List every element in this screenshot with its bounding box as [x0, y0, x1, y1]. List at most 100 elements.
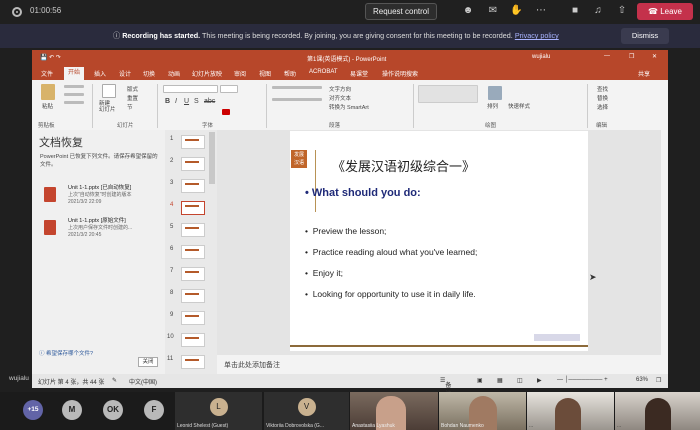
- spellcheck-icon[interactable]: ✎: [112, 377, 117, 384]
- align-icons[interactable]: [272, 98, 322, 101]
- text-direction-button[interactable]: 文字方向: [329, 85, 351, 93]
- share-button[interactable]: 共享: [638, 69, 650, 78]
- new-slide-button[interactable]: 新建 幻灯片: [99, 101, 116, 113]
- recovery-item[interactable]: Unit 1-1.pptx [原始文件] 上次用户保存文件时创建的... 202…: [38, 216, 162, 242]
- tab-file[interactable]: 文件: [41, 69, 53, 78]
- replace-button[interactable]: 替换: [597, 94, 608, 102]
- slideshow-icon[interactable]: ▶: [537, 377, 542, 384]
- slide-thumbnail[interactable]: [181, 333, 205, 347]
- share-screen-icon[interactable]: ⇧: [616, 5, 628, 17]
- normal-view-icon[interactable]: ▣: [477, 377, 483, 384]
- microphone-off-icon[interactable]: ♫: [592, 5, 604, 17]
- slide-sorter-icon[interactable]: ▦: [497, 377, 503, 384]
- find-button[interactable]: 查找: [597, 85, 608, 93]
- tab-acrobat[interactable]: ACROBAT: [309, 69, 338, 75]
- slide-thumbnail[interactable]: [181, 179, 205, 193]
- new-slide-icon[interactable]: [102, 84, 116, 98]
- slide-thumbnail[interactable]: [181, 157, 205, 171]
- recovery-close-button[interactable]: 关闭: [138, 357, 158, 367]
- font-name-select[interactable]: [163, 85, 218, 93]
- camera-icon[interactable]: ■: [569, 5, 581, 17]
- notes-pane[interactable]: 单击此处添加备注: [217, 355, 668, 374]
- tab-transitions[interactable]: 切换: [143, 69, 155, 78]
- shadow-icon[interactable]: S: [194, 98, 199, 105]
- participant-video[interactable]: Bohdan Naumenko: [439, 392, 526, 430]
- arrange-icon[interactable]: [488, 86, 502, 100]
- more-participants-badge[interactable]: +15: [23, 400, 43, 420]
- chat-icon[interactable]: ✉: [487, 5, 499, 17]
- section-button[interactable]: 节: [127, 103, 133, 111]
- paste-icon[interactable]: [41, 84, 55, 100]
- reset-button[interactable]: 重置: [127, 94, 138, 102]
- layout-button[interactable]: 版式: [127, 85, 138, 93]
- dismiss-button[interactable]: Dismiss: [621, 28, 669, 44]
- participant-video[interactable]: ...: [615, 392, 700, 430]
- bold-icon[interactable]: B: [165, 98, 170, 105]
- tell-me-search[interactable]: 操作说明搜索: [382, 69, 418, 78]
- arrange-button[interactable]: 排列: [487, 102, 498, 110]
- tab-view[interactable]: 视图: [259, 69, 271, 78]
- tab-help[interactable]: 帮助: [284, 69, 296, 78]
- cut-icon[interactable]: [64, 85, 84, 88]
- help-link[interactable]: ⓘ 希望保存哪个文件?: [39, 349, 93, 357]
- list-icons[interactable]: [272, 86, 322, 89]
- slide-thumbnail[interactable]: [181, 223, 205, 237]
- participant-avatar[interactable]: F: [144, 400, 164, 420]
- participant-avatar[interactable]: OK: [103, 400, 123, 420]
- slide-thumbnail[interactable]: [181, 311, 205, 325]
- quick-styles-button[interactable]: 快速样式: [508, 102, 530, 110]
- slide-thumbnail-selected[interactable]: [181, 201, 205, 215]
- participant-avatar[interactable]: M: [62, 400, 82, 420]
- recovery-item[interactable]: Unit 1-1.pptx [已自动恢复] 上次"自动恢复"时创建的版本 202…: [38, 183, 162, 209]
- font-color-icon[interactable]: [222, 109, 230, 115]
- current-slide[interactable]: 发展 汉语 《发展汉语初级综合一》 • What should you do: …: [290, 131, 588, 351]
- privacy-policy-link[interactable]: Privacy policy: [515, 31, 559, 40]
- tab-insert[interactable]: 插入: [94, 69, 106, 78]
- underline-icon[interactable]: U: [184, 98, 189, 105]
- notes-button[interactable]: ☰ 备注: [440, 377, 451, 398]
- fit-slide-icon[interactable]: ❐: [656, 377, 661, 384]
- slide-thumbnail[interactable]: [181, 355, 205, 369]
- italic-icon[interactable]: I: [175, 98, 177, 105]
- slide-thumbnail[interactable]: [181, 289, 205, 303]
- paste-button[interactable]: 粘贴: [42, 102, 53, 110]
- request-control-button[interactable]: Request control: [365, 3, 437, 20]
- zoom-slider[interactable]: — │──────── +: [557, 377, 608, 383]
- raise-hand-icon[interactable]: ✋: [510, 5, 522, 17]
- format-painter-icon[interactable]: [64, 101, 84, 104]
- thumb-bar: [185, 205, 199, 207]
- participant-video[interactable]: Anastasiia Lyashuk: [350, 392, 438, 430]
- participant-tile[interactable]: L Leonid Shelest (Guest): [175, 392, 262, 430]
- quick-access-icons[interactable]: 💾 ↶ ↷: [40, 54, 61, 61]
- thumbnails-scrollbar[interactable]: [209, 132, 215, 184]
- close-window-icon[interactable]: ✕: [652, 53, 657, 60]
- select-button[interactable]: 选择: [597, 103, 608, 111]
- language-indicator[interactable]: 中文(中国): [129, 377, 157, 386]
- tab-ekt[interactable]: 易课堂: [350, 69, 368, 78]
- more-options-icon[interactable]: ⋯: [535, 5, 547, 17]
- slide-thumbnail[interactable]: [181, 245, 205, 259]
- font-size-select[interactable]: [220, 85, 238, 93]
- slide-heading: • What should you do:: [305, 187, 421, 199]
- slide-thumbnail[interactable]: [181, 267, 205, 281]
- tab-home[interactable]: 开始: [64, 67, 85, 80]
- strikethrough-icon[interactable]: abc: [204, 98, 215, 105]
- shapes-gallery[interactable]: [418, 85, 478, 103]
- align-text-button[interactable]: 对齐文本: [329, 94, 351, 102]
- tab-animations[interactable]: 动画: [168, 69, 180, 78]
- tab-design[interactable]: 设计: [119, 69, 131, 78]
- copy-icon[interactable]: [64, 93, 84, 96]
- minimize-icon[interactable]: —: [604, 53, 610, 59]
- slide-thumbnail[interactable]: [181, 135, 205, 149]
- leave-button[interactable]: ☎ Leave: [637, 3, 693, 20]
- tab-review[interactable]: 审阅: [234, 69, 246, 78]
- slide-scrollbar[interactable]: [661, 130, 668, 355]
- people-icon[interactable]: ☻: [462, 5, 474, 17]
- participant-tile[interactable]: V Viktoriia Dobrovolska (G...: [264, 392, 349, 430]
- reading-view-icon[interactable]: ◫: [517, 377, 523, 384]
- restore-icon[interactable]: ❐: [629, 53, 634, 60]
- participant-video[interactable]: ...: [527, 392, 614, 430]
- smartart-button[interactable]: 转换为 SmartArt: [329, 103, 369, 111]
- zoom-level[interactable]: 63%: [636, 377, 648, 383]
- tab-slideshow[interactable]: 幻灯片放映: [192, 69, 222, 78]
